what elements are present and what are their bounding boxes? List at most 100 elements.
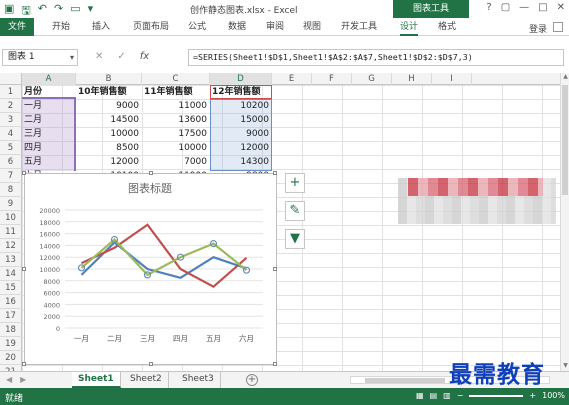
zoom-slider[interactable]	[469, 394, 524, 397]
cell-a5[interactable]: 四月	[22, 141, 76, 155]
avatar[interactable]	[553, 22, 563, 32]
column-header-g[interactable]: G	[352, 73, 392, 85]
cell-b4[interactable]: 10000	[76, 127, 142, 141]
chart-object[interactable]: 图表标题 20000 18000 16000 14000 12000 10000 8000 60…	[22, 171, 277, 366]
column-header-f[interactable]: F	[312, 73, 352, 85]
tab-developer[interactable]: 开发工具	[341, 18, 377, 36]
cell-c2[interactable]: 11000	[142, 99, 210, 113]
tab-insert[interactable]: 插入	[92, 18, 110, 36]
chart-elements-button[interactable]: +	[285, 173, 305, 193]
row-header-6[interactable]: 6	[0, 155, 22, 169]
cell-b6[interactable]: 12000	[76, 155, 142, 169]
cell-c6[interactable]: 7000	[142, 155, 210, 169]
zoom-level[interactable]: 100%	[542, 391, 565, 400]
scroll-down-icon[interactable]: ▼	[561, 362, 569, 371]
column-header-i[interactable]: I	[432, 73, 472, 85]
cell-c1[interactable]: 11年销售额	[142, 85, 210, 99]
cell-c4[interactable]: 17500	[142, 127, 210, 141]
name-box[interactable]: 图表 1 ▾	[2, 49, 78, 66]
row-header-17[interactable]: 17	[0, 309, 22, 323]
tab-data[interactable]: 数据	[228, 18, 246, 36]
row-header-14[interactable]: 14	[0, 267, 22, 281]
column-header-h[interactable]: H	[392, 73, 432, 85]
row-header-16[interactable]: 16	[0, 295, 22, 309]
cell-a2[interactable]: 一月	[22, 99, 76, 113]
chart-resize-handle[interactable]	[273, 362, 277, 366]
normal-view-icon[interactable]: ▦	[416, 391, 424, 400]
row-header-15[interactable]: 15	[0, 281, 22, 295]
prev-sheet-icon[interactable]: ◀	[6, 375, 12, 384]
row-header-9[interactable]: 9	[0, 197, 22, 211]
row-header-12[interactable]: 12	[0, 239, 22, 253]
chart-resize-handle[interactable]	[149, 171, 153, 175]
scroll-thumb[interactable]	[562, 85, 568, 195]
tab-home[interactable]: 开始	[52, 18, 70, 36]
cell-b3[interactable]: 14500	[76, 113, 142, 127]
tab-view[interactable]: 视图	[303, 18, 321, 36]
tab-review[interactable]: 审阅	[266, 18, 284, 36]
cell-a6[interactable]: 五月	[22, 155, 76, 169]
cell-b5[interactable]: 8500	[76, 141, 142, 155]
next-sheet-icon[interactable]: ▶	[20, 375, 26, 384]
row-header-19[interactable]: 19	[0, 337, 22, 351]
add-sheet-button[interactable]: +	[246, 374, 258, 386]
cell-d6[interactable]: 14300	[210, 155, 272, 169]
row-header-13[interactable]: 13	[0, 253, 22, 267]
cell-a1[interactable]: 月份	[22, 85, 76, 99]
cell-d5[interactable]: 12000	[210, 141, 272, 155]
cell-b1[interactable]: 10年销售额	[76, 85, 142, 99]
enter-icon[interactable]: ✓	[117, 51, 125, 62]
chart-resize-handle[interactable]	[22, 267, 26, 271]
chevron-down-icon[interactable]: ▾	[70, 50, 74, 65]
select-all-corner[interactable]	[0, 73, 22, 85]
minimize-button[interactable]: —	[519, 2, 529, 13]
chart-resize-handle[interactable]	[22, 362, 26, 366]
cell-b2[interactable]: 9000	[76, 99, 142, 113]
row-header-2[interactable]: 2	[0, 99, 22, 113]
sheet-tab-sheet2[interactable]: Sheet2	[124, 372, 169, 388]
hscroll-thumb[interactable]	[365, 378, 445, 383]
cell-a4[interactable]: 三月	[22, 127, 76, 141]
cell-d2[interactable]: 10200	[210, 99, 272, 113]
formula-input[interactable]: =SERIES(Sheet1!$D$1,Sheet1!$A$2:$A$7,She…	[188, 49, 564, 66]
chart-filters-button[interactable]: ▼	[285, 229, 305, 249]
row-header-7[interactable]: 7	[0, 169, 22, 183]
tab-design[interactable]: 设计	[400, 18, 419, 36]
column-header-b[interactable]: B	[76, 73, 142, 85]
tab-page-layout[interactable]: 页面布局	[133, 18, 169, 36]
close-button[interactable]: ✕	[557, 2, 565, 13]
chart-resize-handle[interactable]	[22, 171, 26, 175]
sheet-tab-sheet3[interactable]: Sheet3	[176, 372, 221, 388]
login-link[interactable]: 登录	[529, 22, 547, 35]
row-header-4[interactable]: 4	[0, 127, 22, 141]
sheet-tab-sheet1[interactable]: Sheet1	[72, 372, 121, 388]
row-header-18[interactable]: 18	[0, 323, 22, 337]
column-header-e[interactable]: E	[272, 73, 312, 85]
column-header-a[interactable]: A	[22, 73, 76, 85]
zoom-out-icon[interactable]: −	[457, 391, 464, 400]
vertical-scrollbar[interactable]: ▲ ▼	[560, 73, 569, 371]
row-header-1[interactable]: 1	[0, 85, 22, 99]
row-header-10[interactable]: 10	[0, 211, 22, 225]
cell-d1[interactable]: 12年销售额	[210, 85, 272, 99]
chart-resize-handle[interactable]	[273, 267, 277, 271]
chart-resize-handle[interactable]	[273, 171, 277, 175]
row-header-20[interactable]: 20	[0, 351, 22, 365]
help-button[interactable]: ?	[486, 2, 491, 13]
cell-a3[interactable]: 二月	[22, 113, 76, 127]
page-layout-view-icon[interactable]: ▤	[430, 391, 438, 400]
cell-c5[interactable]: 10000	[142, 141, 210, 155]
row-header-11[interactable]: 11	[0, 225, 22, 239]
ribbon-display-button[interactable]: ▢	[501, 2, 510, 13]
page-break-view-icon[interactable]: ▥	[443, 391, 451, 400]
chart-styles-button[interactable]: ✎	[285, 201, 305, 221]
row-header-3[interactable]: 3	[0, 113, 22, 127]
zoom-in-icon[interactable]: +	[529, 391, 536, 400]
tab-file[interactable]: 文件	[0, 18, 34, 36]
column-header-d[interactable]: D	[210, 73, 272, 85]
chart-resize-handle[interactable]	[149, 362, 153, 366]
cancel-icon[interactable]: ✕	[95, 51, 103, 62]
row-header-5[interactable]: 5	[0, 141, 22, 155]
tab-formulas[interactable]: 公式	[188, 18, 206, 36]
tab-format[interactable]: 格式	[438, 18, 456, 36]
